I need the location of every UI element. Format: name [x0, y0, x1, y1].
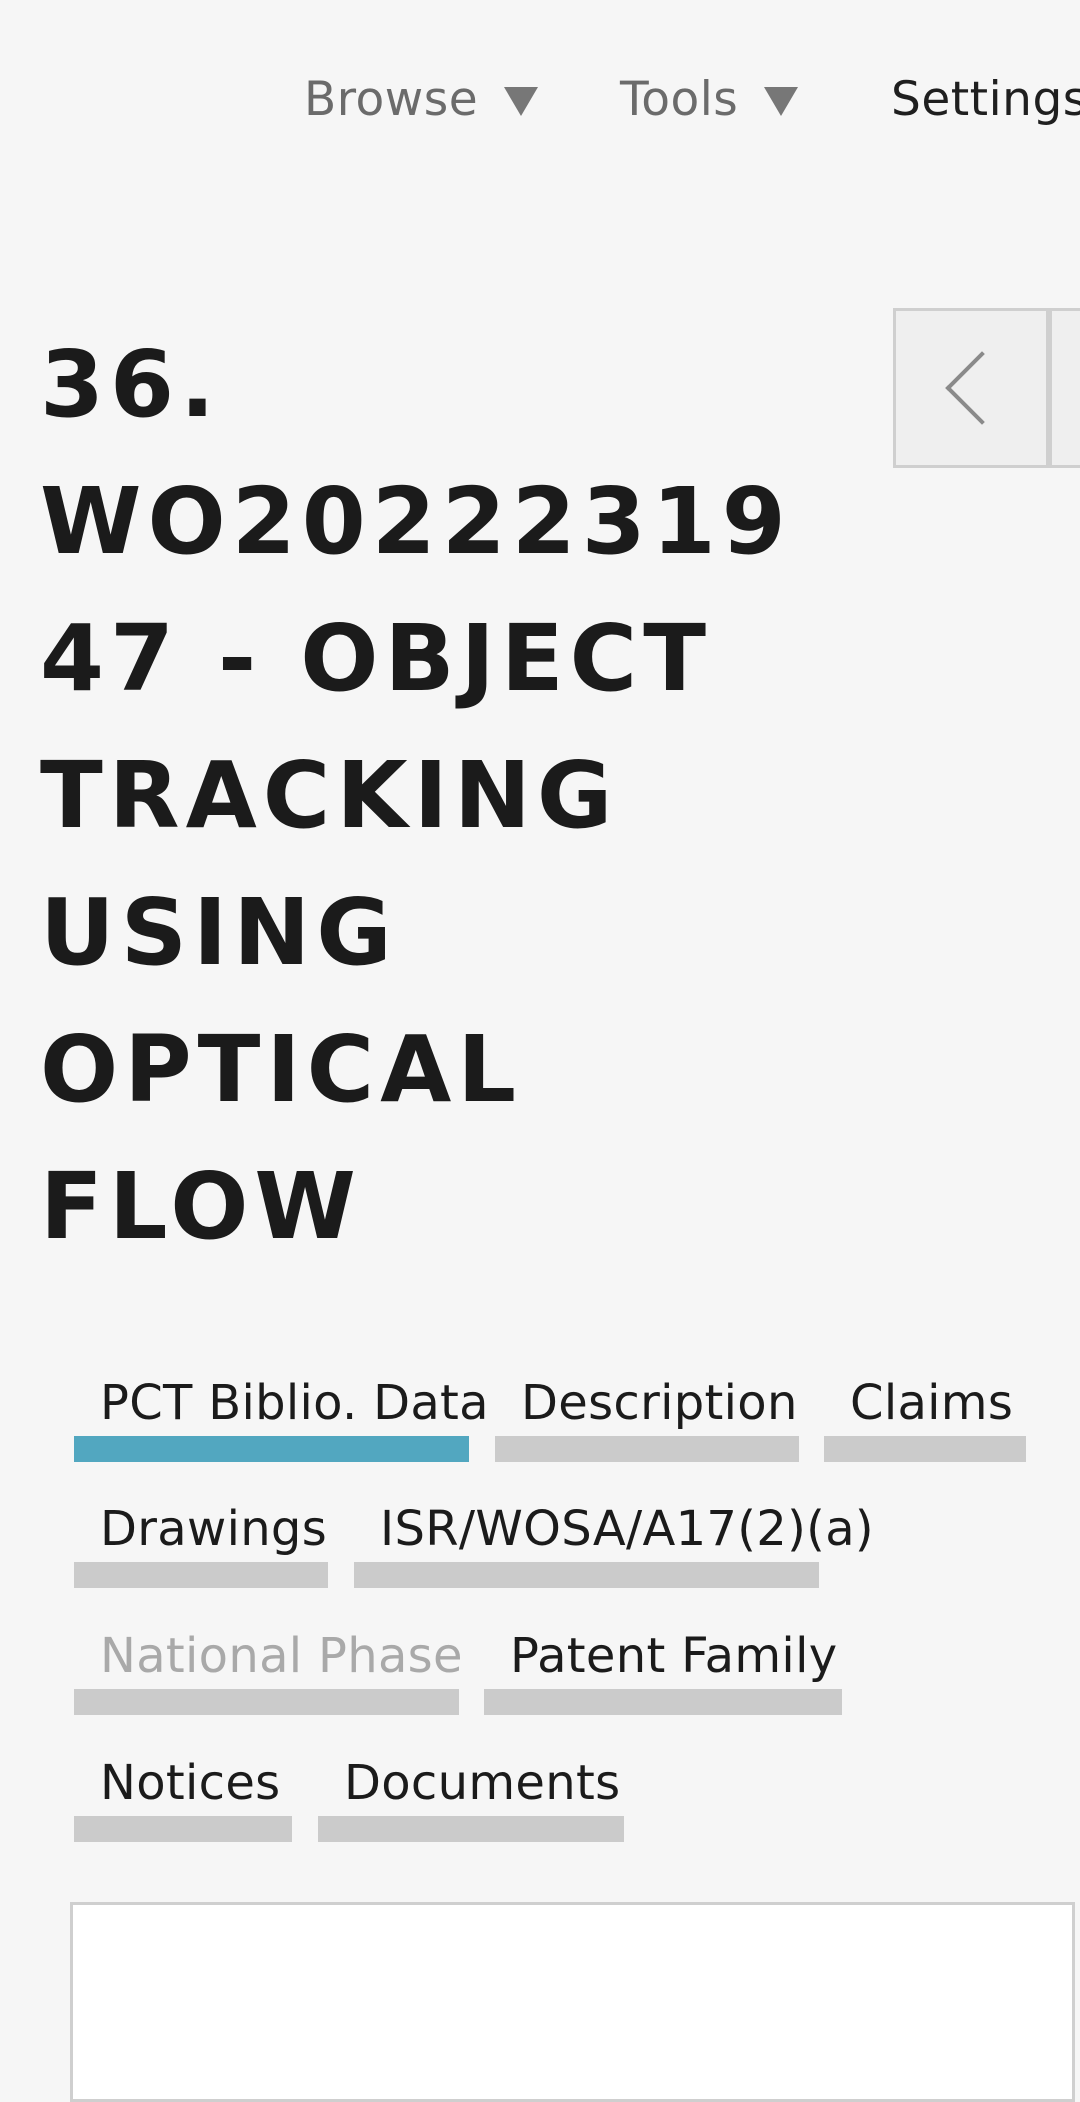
settings-link-label: Settings — [891, 72, 1080, 127]
tab-description[interactable]: Description — [495, 1360, 799, 1475]
tab-label: Drawings — [100, 1501, 328, 1557]
caret-down-icon — [764, 86, 799, 116]
tab-patent-family[interactable]: Patent Family — [484, 1613, 842, 1728]
tools-menu-label: Tools — [620, 72, 739, 127]
tab-isr-wosa[interactable]: ISR/WOSA/A17(2)(a) — [354, 1486, 874, 1601]
tab-national-phase: National Phase — [74, 1613, 463, 1728]
tab-indicator — [495, 1436, 799, 1462]
tab-label: Documents — [344, 1755, 621, 1811]
settings-link[interactable]: Settings — [891, 70, 1080, 130]
tab-pct-biblio-data[interactable]: PCT Biblio. Data — [74, 1360, 489, 1475]
active-tab-indicator — [74, 1436, 469, 1462]
tab-drawings[interactable]: Drawings — [74, 1486, 328, 1601]
browse-menu-label: Browse — [304, 72, 479, 127]
page-title: 36. WO2022231947 - OBJECT TRACKING USING… — [40, 331, 792, 1260]
tab-label: National Phase — [100, 1628, 463, 1684]
chevron-left-icon — [945, 351, 1019, 425]
tab-indicator — [484, 1689, 842, 1715]
tab-indicator — [318, 1816, 624, 1842]
tab-indicator — [824, 1436, 1026, 1462]
next-result-button[interactable] — [1049, 308, 1080, 468]
tab-content-panel — [70, 1902, 1075, 2102]
tab-label: Notices — [100, 1755, 281, 1811]
tools-menu[interactable]: Tools — [620, 70, 799, 130]
browse-menu[interactable]: Browse — [304, 70, 539, 130]
tab-indicator — [74, 1562, 328, 1588]
tab-label: Description — [521, 1375, 798, 1431]
top-navigation: Browse Tools Settings — [0, 0, 1080, 200]
tab-label: Claims — [850, 1375, 1014, 1431]
tab-documents[interactable]: Documents — [318, 1740, 624, 1855]
previous-result-button[interactable] — [893, 308, 1049, 468]
tab-claims[interactable]: Claims — [824, 1360, 1026, 1475]
tab-notices[interactable]: Notices — [74, 1740, 292, 1855]
tab-indicator — [354, 1562, 819, 1588]
tab-label: Patent Family — [510, 1628, 838, 1684]
tab-label: ISR/WOSA/A17(2)(a) — [380, 1501, 874, 1557]
tab-indicator — [74, 1816, 292, 1842]
caret-down-icon — [504, 86, 539, 116]
tab-indicator — [74, 1689, 459, 1715]
tab-label: PCT Biblio. Data — [100, 1375, 489, 1431]
